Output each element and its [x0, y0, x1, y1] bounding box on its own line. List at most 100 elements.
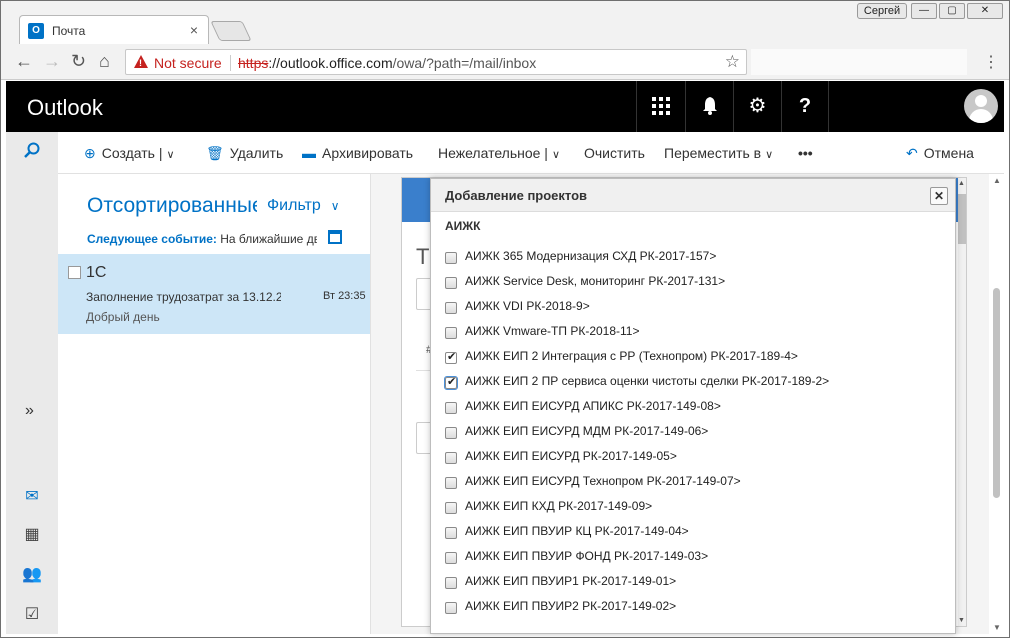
project-checkbox[interactable] — [445, 277, 457, 289]
calendar-icon[interactable]: ▦ — [22, 524, 42, 544]
more-button[interactable]: ••• — [798, 145, 813, 161]
addin-scrollbar[interactable]: ▲ ▼ — [958, 178, 966, 626]
archive-button[interactable]: ▬ Архивировать — [302, 145, 413, 161]
tasks-icon[interactable]: ☑ — [22, 604, 42, 624]
project-checkbox[interactable] — [445, 252, 457, 264]
security-label[interactable]: Not secure — [154, 55, 222, 71]
calendar-icon[interactable] — [328, 230, 342, 244]
address-bar[interactable]: ! Not secure https://outlook.office.com/… — [125, 49, 747, 75]
project-label: АИЖК ЕИП 2 Интеграция с РР (Технопром) Р… — [465, 349, 798, 363]
scroll-up-icon[interactable]: ▲ — [958, 180, 965, 187]
expand-icon[interactable]: » — [25, 402, 34, 420]
search-area[interactable] — [6, 132, 58, 174]
create-button[interactable]: ⊕ Создать | ∨ — [84, 145, 175, 162]
project-checkbox[interactable] — [445, 552, 457, 564]
app-launcher-icon[interactable] — [636, 81, 684, 132]
project-item[interactable]: АИЖК ЕИП ЕИСУРД МДМ РК-2017-149-06> — [431, 420, 955, 444]
project-checkbox[interactable] — [445, 350, 457, 364]
project-checkbox[interactable] — [445, 452, 457, 464]
chevron-down-icon[interactable]: ∨ — [166, 149, 174, 161]
filter-button[interactable]: Фильтр ∨ — [267, 197, 340, 215]
project-item[interactable]: АИЖК Service Desk, мониторинг РК-2017-13… — [431, 270, 955, 294]
project-checkbox[interactable] — [445, 327, 457, 339]
page-scrollbar[interactable]: ▲ ▼ — [989, 174, 1004, 634]
project-label: АИЖК ЕИП ПВУИР ФОНД РК-2017-149-03> — [465, 549, 709, 563]
message-subject: Заполнение трудозатрат за 13.12.2017 — [86, 290, 281, 304]
search-icon[interactable] — [24, 142, 40, 158]
browser-window: O Почта × Сергей — ▢ ✕ ← → ↻ ⌂ ! Not sec… — [0, 0, 1010, 638]
project-item[interactable]: АИЖК ЕИП КХД РК-2017-149-09> — [431, 495, 955, 519]
background-heading: Т — [416, 244, 430, 269]
browser-menu-icon[interactable]: ⋮ — [983, 52, 999, 72]
delete-button[interactable]: 🗑 Удалить — [206, 145, 283, 162]
sweep-button[interactable]: Очистить — [584, 145, 645, 161]
gear-icon[interactable]: ⚙ — [733, 81, 781, 132]
project-checkbox[interactable] — [445, 577, 457, 589]
project-checkbox[interactable] — [445, 602, 457, 614]
tab-sorted[interactable]: Отсортированные — [87, 194, 257, 218]
project-checkbox[interactable] — [444, 375, 458, 390]
browser-titlebar: O Почта × Сергей — ▢ ✕ — [1, 1, 1009, 45]
chevron-down-icon[interactable]: ∨ — [552, 149, 560, 161]
project-label: АИЖК ЕИП ПВУИР2 РК-2017-149-02> — [465, 599, 677, 613]
back-arrow-icon[interactable]: ← — [15, 52, 33, 70]
command-bar: ⊕ Создать | ∨ 🗑 Удалить ▬ Архивировать Нежел… — [6, 132, 1004, 174]
minimize-button[interactable]: — — [911, 3, 937, 19]
project-item[interactable]: АИЖК ЕИП 2 ПР сервиса оценки чистоты сде… — [431, 370, 955, 394]
tab-title: Почта — [52, 24, 86, 38]
project-item[interactable]: АИЖК ЕИП 2 Интеграция с РР (Технопром) Р… — [431, 345, 955, 369]
browser-tab[interactable]: O Почта × — [19, 15, 209, 45]
close-icon[interactable]: ✕ — [930, 187, 948, 205]
chevron-down-icon: ∨ — [330, 199, 340, 213]
url-text[interactable]: https://outlook.office.com/owa/?path=/ma… — [238, 55, 536, 71]
project-checkbox[interactable] — [445, 477, 457, 489]
scroll-down-icon[interactable]: ▼ — [993, 623, 1001, 632]
project-item[interactable]: АИЖК ЕИП ПВУИР1 РК-2017-149-01> — [431, 570, 955, 594]
maximize-button[interactable]: ▢ — [939, 3, 965, 19]
mail-icon[interactable]: ✉ — [22, 486, 42, 506]
project-checkbox[interactable] — [445, 427, 457, 439]
junk-button[interactable]: Нежелательное | ∨ — [438, 145, 560, 161]
close-window-button[interactable]: ✕ — [967, 3, 1003, 19]
help-icon[interactable]: ? — [781, 81, 829, 132]
project-checkbox[interactable] — [445, 302, 457, 314]
reload-icon[interactable]: ↻ — [71, 52, 86, 70]
next-event[interactable]: Следующее событие: На ближайшие дв — [87, 232, 317, 246]
project-item[interactable]: АИЖК Vmware-ТП РК-2018-11> — [431, 320, 955, 344]
project-label: АИЖК ЕИП ЕИСУРД Технопром РК-2017-149-07… — [465, 474, 741, 488]
list-item[interactable]: 1С Заполнение трудозатрат за 13.12.2017 … — [58, 254, 370, 334]
tab-close-icon[interactable]: × — [190, 22, 198, 38]
scroll-down-icon[interactable]: ▼ — [958, 617, 965, 624]
outlook-favicon-icon: O — [28, 23, 44, 39]
project-item[interactable]: АИЖК ЕИП ЕИСУРД РК-2017-149-05> — [431, 445, 955, 469]
people-icon[interactable]: 👥 — [22, 564, 42, 584]
project-checkbox[interactable] — [445, 527, 457, 539]
project-item[interactable]: АИЖК ЕИП ПВУИР КЦ РК-2017-149-04> — [431, 520, 955, 544]
new-tab-button[interactable] — [210, 21, 252, 41]
project-item[interactable]: АИЖК ЕИП ЕИСУРД АПИКС РК-2017-149-08> — [431, 395, 955, 419]
avatar[interactable] — [964, 89, 998, 123]
move-to-button[interactable]: Переместить в ∨ — [664, 145, 773, 161]
forward-arrow-icon[interactable]: → — [43, 52, 61, 70]
project-label: АИЖК ЕИП ЕИСУРД МДМ РК-2017-149-06> — [465, 424, 709, 438]
project-label: АИЖК ЕИП ЕИСУРД АПИКС РК-2017-149-08> — [465, 399, 721, 413]
message-preview: Добрый день — [86, 310, 160, 324]
undo-button[interactable]: ↶ Отмена — [906, 145, 974, 162]
project-item[interactable]: АИЖК 365 Модернизация СХД РК-2017-157> — [431, 245, 955, 269]
bookmark-star-icon[interactable]: ☆ — [725, 52, 740, 72]
project-item[interactable]: АИЖК VDI РК-2018-9> — [431, 295, 955, 319]
message-checkbox[interactable] — [68, 266, 81, 279]
project-group-title: АИЖК — [445, 219, 481, 233]
outlook-brand[interactable]: Outlook — [27, 95, 103, 121]
bell-icon[interactable] — [685, 81, 733, 132]
profile-button[interactable]: Сергей — [857, 3, 907, 19]
dialog-title: Добавление проектов — [445, 188, 588, 203]
home-icon[interactable]: ⌂ — [99, 52, 110, 70]
project-item[interactable]: АИЖК ЕИП ПВУИР ФОНД РК-2017-149-03> — [431, 545, 955, 569]
scroll-up-icon[interactable]: ▲ — [993, 176, 1001, 185]
project-checkbox[interactable] — [445, 502, 457, 514]
message-time: Вт 23:35 — [323, 290, 366, 302]
project-item[interactable]: АИЖК ЕИП ПВУИР2 РК-2017-149-02> — [431, 595, 955, 619]
project-checkbox[interactable] — [445, 402, 457, 414]
project-item[interactable]: АИЖК ЕИП ЕИСУРД Технопром РК-2017-149-07… — [431, 470, 955, 494]
